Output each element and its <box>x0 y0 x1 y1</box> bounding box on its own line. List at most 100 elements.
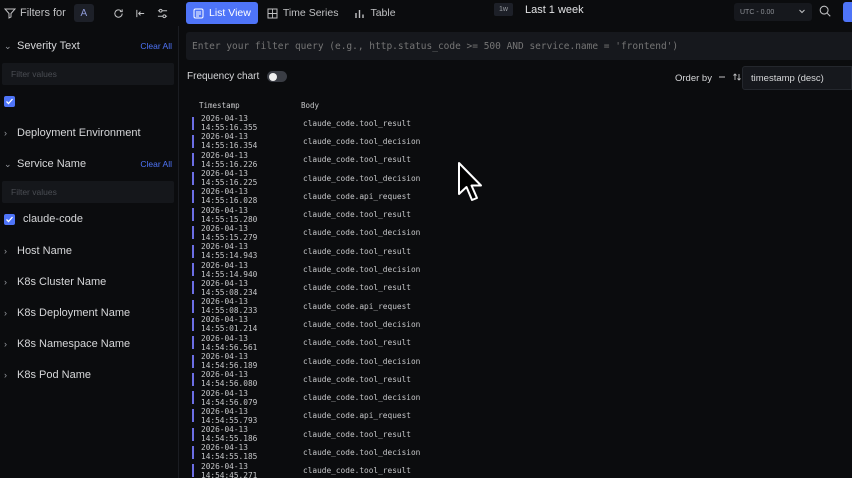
sidebar-divider <box>178 26 179 478</box>
chevron-right-icon: › <box>4 128 7 138</box>
table-row[interactable]: 2026-04-13 14:54:55.186 claude_code.tool_… <box>192 425 792 443</box>
table-row[interactable]: 2026-04-13 14:54:56.189 claude_code.tool_… <box>192 352 792 370</box>
table-row[interactable]: 2026-04-13 14:55:14.943 claude_code.tool_… <box>192 242 792 260</box>
top-bar: Filters for A List View Time Series Tabl… <box>0 0 852 26</box>
row-timestamp: 2026-04-13 14:54:55.186 <box>201 425 258 444</box>
table-row[interactable]: 2026-04-13 14:55:08.234 claude_code.tool_… <box>192 279 792 297</box>
checkbox-checked-icon <box>4 96 15 107</box>
row-timestamp: 2026-04-13 14:54:56.189 <box>201 352 258 370</box>
section-severity-text[interactable]: ⌄ Severity Text Clear All <box>0 40 178 52</box>
row-severity-marker <box>192 134 194 148</box>
column-body[interactable]: Body <box>301 101 319 110</box>
order-by-label: Order by <box>675 73 712 84</box>
tab-time-series-label: Time Series <box>282 7 339 19</box>
severity-select-all-checkbox[interactable] <box>4 96 15 107</box>
row-body: claude_code.tool_result <box>303 210 411 220</box>
section-service-name[interactable]: ⌄ Service Name Clear All <box>0 158 178 170</box>
section-severity-title: Severity Text <box>17 40 80 52</box>
row-timestamp: 2026-04-13 14:55:16.226 <box>201 150 258 169</box>
row-severity-marker <box>192 464 194 478</box>
row-timestamp: 2026-04-13 14:55:14.940 <box>201 260 258 279</box>
view-tabs: List View Time Series Table <box>186 0 403 26</box>
minus-icon[interactable] <box>718 73 726 84</box>
table-row[interactable]: 2026-04-13 14:55:14.940 claude_code.tool_… <box>192 260 792 279</box>
row-body: claude_code.api_request <box>303 191 411 201</box>
row-timestamp: 2026-04-13 14:55:08.234 <box>201 278 258 297</box>
table-row[interactable]: 2026-04-13 14:55:16.225 claude_code.tool_… <box>192 169 792 187</box>
timezone-select[interactable]: UTC - 0.00 <box>734 3 812 21</box>
row-timestamp: 2026-04-13 14:54:45.271 <box>201 461 258 478</box>
section-k8s-cluster-name[interactable]: › K8s Cluster Name <box>0 276 178 288</box>
service-filter-input[interactable]: Filter values <box>2 181 174 203</box>
sort-icon[interactable] <box>732 72 742 85</box>
tab-list-view[interactable]: List View <box>186 2 258 24</box>
row-severity-marker <box>192 299 194 313</box>
row-body: claude_code.tool_result <box>303 155 411 165</box>
sync-icon[interactable] <box>112 7 124 19</box>
table-row[interactable]: 2026-04-13 14:55:16.226 claude_code.tool_… <box>192 151 792 169</box>
sliders-icon[interactable] <box>156 7 168 19</box>
time-range-selector[interactable]: 1w Last 1 week <box>494 3 584 16</box>
frequency-chart-label: Frequency chart <box>187 71 260 82</box>
row-timestamp: 2026-04-13 14:54:56.079 <box>201 388 258 407</box>
chevron-right-icon: › <box>4 308 7 318</box>
service-value-label: claude-code <box>23 213 83 225</box>
table-row[interactable]: 2026-04-13 14:55:16.355 claude_code.tool_… <box>192 114 792 132</box>
row-severity-marker <box>192 153 194 167</box>
table-row[interactable]: 2026-04-13 14:55:01.214 claude_code.tool_… <box>192 315 792 333</box>
row-severity-marker <box>192 226 194 240</box>
log-rows: 2026-04-13 14:55:16.355 claude_code.tool_… <box>192 114 792 478</box>
row-severity-marker <box>192 427 194 441</box>
severity-clear-all-link[interactable]: Clear All <box>140 41 172 51</box>
table-row[interactable]: 2026-04-13 14:55:08.233 claude_code.api_r… <box>192 297 792 315</box>
chevron-down-icon: ⌄ <box>4 40 12 51</box>
tab-list-view-label: List View <box>209 7 251 19</box>
row-timestamp: 2026-04-13 14:55:16.225 <box>201 169 258 188</box>
row-severity-marker <box>192 244 194 258</box>
section-k8s-pod-name[interactable]: › K8s Pod Name <box>0 369 178 381</box>
severity-filter-input[interactable]: Filter values <box>2 63 174 85</box>
chevron-down-icon <box>798 7 806 17</box>
filters-sidebar: ⌄ Severity Text Clear All Filter values … <box>0 32 178 478</box>
filter-query-input[interactable] <box>192 40 852 52</box>
tab-table[interactable]: Table <box>347 2 402 24</box>
row-timestamp: 2026-04-13 14:55:08.233 <box>201 297 258 316</box>
table-row[interactable]: 2026-04-13 14:54:55.793 claude_code.api_r… <box>192 407 792 425</box>
tab-time-series[interactable]: Time Series <box>260 2 346 24</box>
section-k8s-namespace-name[interactable]: › K8s Namespace Name <box>0 338 178 350</box>
row-body: claude_code.tool_result <box>303 429 411 439</box>
section-k8s-cluster-title: K8s Cluster Name <box>17 276 107 288</box>
table-row[interactable]: 2026-04-13 14:55:15.279 claude_code.tool_… <box>192 224 792 242</box>
frequency-chart-toggle[interactable] <box>267 71 288 82</box>
query-letter-badge[interactable]: A <box>73 4 94 22</box>
filters-header: Filters for A <box>0 0 178 26</box>
table-row[interactable]: 2026-04-13 14:54:56.079 claude_code.tool_… <box>192 388 792 407</box>
section-deployment-environment[interactable]: › Deployment Environment <box>0 127 178 139</box>
table-row[interactable]: 2026-04-13 14:54:56.561 claude_code.tool_… <box>192 334 792 352</box>
search-icon[interactable] <box>818 4 834 20</box>
row-severity-marker <box>192 281 194 295</box>
table-row[interactable]: 2026-04-13 14:54:45.271 claude_code.tool_… <box>192 462 792 478</box>
row-body: claude_code.tool_result <box>303 338 411 348</box>
section-host-name[interactable]: › Host Name <box>0 245 178 257</box>
section-k8s-deployment-name[interactable]: › K8s Deployment Name <box>0 307 178 319</box>
row-severity-marker <box>192 171 194 185</box>
table-row[interactable]: 2026-04-13 14:54:55.185 claude_code.tool_… <box>192 443 792 461</box>
order-by-select[interactable]: timestamp (desc) <box>742 66 852 90</box>
row-severity-marker <box>192 391 194 405</box>
table-icon <box>355 9 365 18</box>
service-clear-all-link[interactable]: Clear All <box>140 159 172 169</box>
table-row[interactable]: 2026-04-13 14:55:16.354 claude_code.tool_… <box>192 132 792 150</box>
table-row[interactable]: 2026-04-13 14:54:56.080 claude_code.tool_… <box>192 370 792 388</box>
row-body: claude_code.tool_decision <box>303 228 421 238</box>
order-by-control: Order by <box>675 72 742 85</box>
table-row[interactable]: 2026-04-13 14:55:16.028 claude_code.api_r… <box>192 187 792 205</box>
row-body: claude_code.tool_result <box>303 466 411 476</box>
collapse-left-icon[interactable] <box>134 7 146 19</box>
section-k8s-deployment-title: K8s Deployment Name <box>17 307 131 319</box>
service-value-checkbox[interactable]: claude-code <box>4 213 83 225</box>
run-query-button[interactable] <box>843 2 852 22</box>
column-timestamp[interactable]: Timestamp <box>199 101 301 110</box>
row-timestamp: 2026-04-13 14:55:14.943 <box>201 242 258 261</box>
table-row[interactable]: 2026-04-13 14:55:15.280 claude_code.tool_… <box>192 205 792 224</box>
